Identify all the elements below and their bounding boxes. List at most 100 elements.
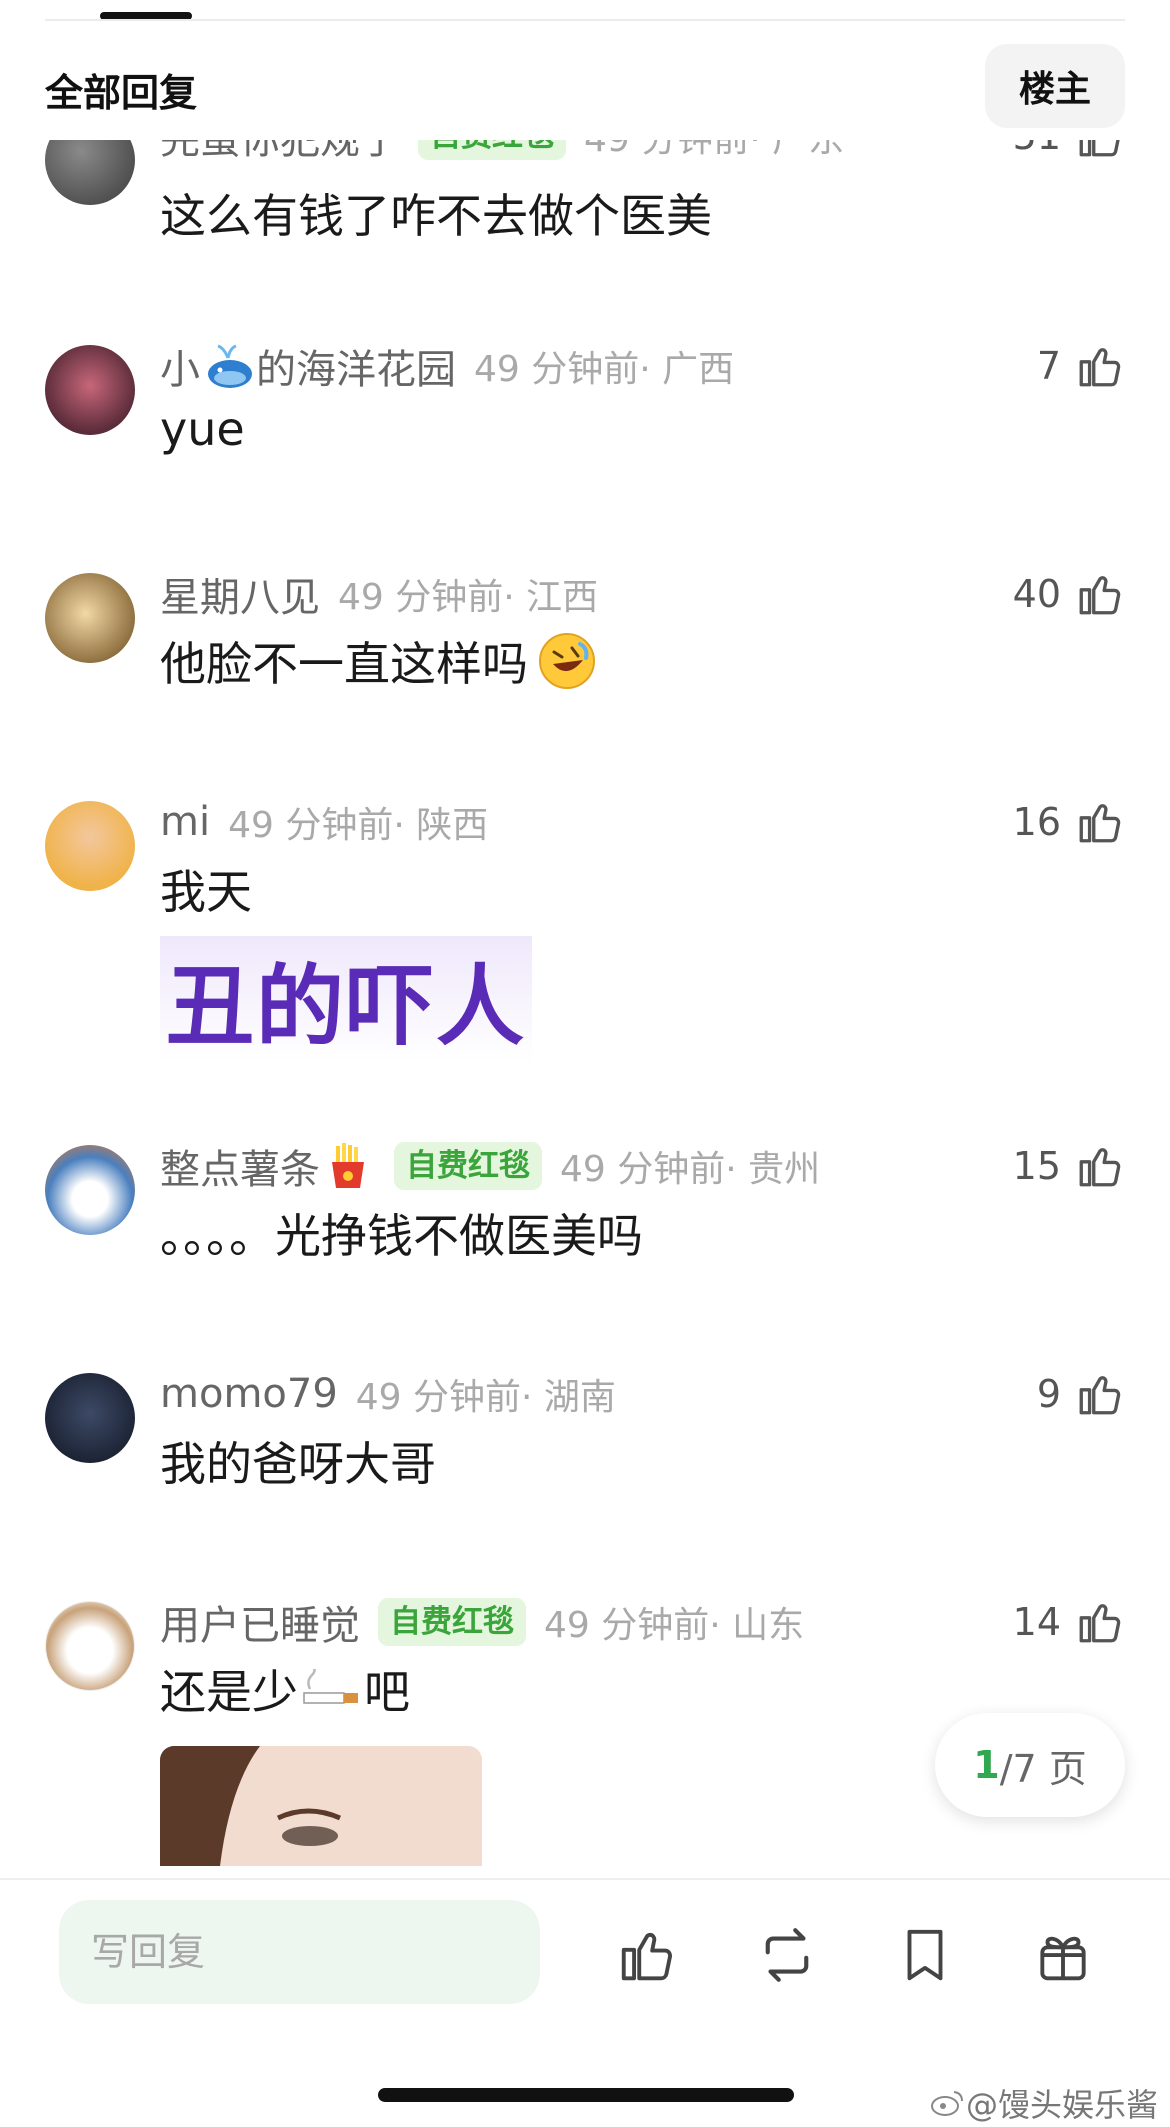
page-title: 全部回复	[45, 71, 198, 115]
comment-text: yue	[160, 402, 245, 456]
thumb-up-icon	[621, 1932, 672, 1981]
avatar[interactable]	[45, 801, 135, 891]
comment-item: 星期八见 49 分钟前 · 江西 40 他脸不一直这样吗	[0, 568, 1170, 768]
comment-meta: mi 49 分钟前 · 陕西	[160, 796, 488, 848]
comment-item: 完蛋你犯规了 自费红毯 49 分钟前 · 广东 51 这么有钱了咋不去做个医美	[0, 140, 1170, 310]
comment-time: 49 分钟前	[584, 140, 749, 162]
avatar[interactable]	[45, 1145, 135, 1235]
username[interactable]: 用户已睡觉	[160, 1593, 360, 1651]
bottom-action-bar: @馒头娱乐酱	[0, 1878, 1170, 2127]
thumb-up-icon	[1079, 140, 1120, 157]
comment-location: · 广西	[639, 349, 735, 390]
gift-icon	[1040, 1936, 1086, 1981]
gift-button[interactable]	[1026, 1918, 1100, 1992]
avatar[interactable]	[45, 1373, 135, 1463]
avatar[interactable]	[45, 345, 135, 435]
username[interactable]: momo79	[160, 1371, 338, 1417]
status-badge: 自费红毯	[394, 1142, 542, 1190]
thumb-up-icon	[1079, 1376, 1121, 1415]
like-count: 9	[1036, 1372, 1061, 1416]
avatar[interactable]	[45, 573, 135, 663]
thumb-up-icon	[1079, 1604, 1121, 1643]
thumb-up-icon	[1079, 576, 1121, 615]
page-indicator[interactable]: 1 /7 页	[935, 1713, 1125, 1817]
like-button[interactable]: 15	[1013, 1140, 1125, 1192]
like-post-button[interactable]	[610, 1918, 684, 1992]
comment-text-suffix: 吧	[364, 1665, 410, 1719]
comment-meta: 整点薯条 自费红毯 49 分钟前 · 贵州	[160, 1137, 821, 1195]
whale-icon	[208, 344, 252, 388]
comment-location: · 陕西	[393, 805, 489, 846]
comment-meta: 用户已睡觉 自费红毯 49 分钟前 · 山东	[160, 1593, 805, 1651]
comment-text: 他脸不一直这样吗	[160, 637, 528, 691]
op-only-button[interactable]: 楼主	[985, 44, 1125, 128]
like-count: 16	[1012, 800, 1061, 844]
weibo-logo-icon	[930, 2091, 963, 2116]
comment-item: 整点薯条 自费红毯 49 分钟前 · 贵州 15 。。。。光挣钱不做医美吗	[0, 1140, 1170, 1340]
comment-meta: 完蛋你犯规了 自费红毯 49 分钟前 · 广东	[160, 140, 844, 165]
thumb-up-icon	[1079, 348, 1121, 387]
like-count: 7	[1036, 344, 1061, 388]
status-badge: 自费红毯	[378, 1598, 526, 1646]
comment-meta: 小 的海洋花园 49 分钟前 · 广西	[160, 337, 735, 395]
comment-image[interactable]	[160, 1746, 482, 1866]
fries-icon	[332, 1143, 364, 1188]
username-prefix[interactable]: 小	[160, 337, 200, 395]
watermark: @馒头娱乐酱	[930, 2080, 1158, 2126]
sticker-image[interactable]: 丑的吓人	[160, 936, 533, 1063]
comment-location: · 江西	[503, 577, 599, 618]
like-button[interactable]: 51	[1013, 140, 1125, 162]
like-count: 40	[1012, 572, 1061, 616]
rofl-emoji-icon	[539, 633, 595, 689]
like-button[interactable]: 9	[1037, 1368, 1125, 1420]
home-indicator	[378, 2088, 794, 2102]
username-suffix[interactable]: 的海洋花园	[256, 337, 456, 395]
repost-button[interactable]	[750, 1918, 824, 1992]
like-button[interactable]: 7	[1037, 340, 1125, 392]
like-button[interactable]: 40	[1013, 568, 1125, 620]
comment-content: 还是少 吧	[160, 1656, 410, 1722]
comment-item: 小 的海洋花园 49 分钟前 · 广西 7 yue	[0, 340, 1170, 540]
username[interactable]: 整点薯条	[160, 1137, 320, 1195]
username[interactable]: 星期八见	[160, 565, 320, 623]
watermark-text: @馒头娱乐酱	[965, 2086, 1158, 2124]
thumb-up-icon	[1079, 804, 1121, 843]
bookmark-button[interactable]	[888, 1918, 962, 1992]
comment-time: 49 分钟前	[560, 1149, 726, 1190]
comment-location: · 山东	[709, 1605, 805, 1646]
cigarette-icon	[303, 1669, 358, 1704]
comment-meta: momo79 49 分钟前 · 湖南	[160, 1368, 616, 1420]
comment-time: 49 分钟前	[474, 349, 640, 390]
comment-meta: 星期八见 49 分钟前 · 江西	[160, 565, 599, 623]
page-current: 1	[973, 1743, 1000, 1787]
page-total: /7 页	[999, 1746, 1087, 1791]
comment-item: momo79 49 分钟前 · 湖南 9 我的爸呀大哥	[0, 1368, 1170, 1568]
comment-location: · 广东	[749, 140, 844, 162]
like-count: 15	[1012, 1144, 1061, 1188]
comment-time: 49 分钟前	[544, 1605, 710, 1646]
avatar[interactable]	[45, 1601, 135, 1691]
comment-time: 49 分钟前	[355, 1377, 522, 1418]
username[interactable]: mi	[160, 799, 210, 845]
comment-location: · 湖南	[521, 1377, 616, 1418]
avatar[interactable]	[45, 140, 135, 205]
comment-time: 49 分钟前	[228, 805, 394, 846]
like-button[interactable]: 16	[1013, 796, 1125, 848]
comment-text: 这么有钱了咋不去做个医美	[160, 189, 712, 243]
bookmark-icon	[907, 1929, 943, 1981]
photo-face-image	[160, 1746, 482, 1866]
like-count: 14	[1012, 1600, 1061, 1644]
like-count: 51	[1013, 140, 1061, 158]
comment-text: 我的爸呀大哥	[160, 1437, 436, 1491]
comment-text: 我天	[160, 865, 252, 919]
reply-input[interactable]	[59, 1900, 540, 2004]
repost-icon	[765, 1928, 809, 1982]
comment-location: · 贵州	[725, 1149, 821, 1190]
username[interactable]: 完蛋你犯规了	[160, 140, 400, 165]
comment-text: 。。。。光挣钱不做医美吗	[160, 1209, 643, 1263]
comment-list[interactable]: 完蛋你犯规了 自费红毯 49 分钟前 · 广东 51 这么有钱了咋不去做个医美 …	[0, 140, 1170, 1878]
header-divider	[45, 19, 1125, 21]
comment-time: 49 分钟前	[338, 577, 504, 618]
comments-header: 全部回复 楼主	[0, 0, 1170, 140]
like-button[interactable]: 14	[1013, 1596, 1125, 1648]
